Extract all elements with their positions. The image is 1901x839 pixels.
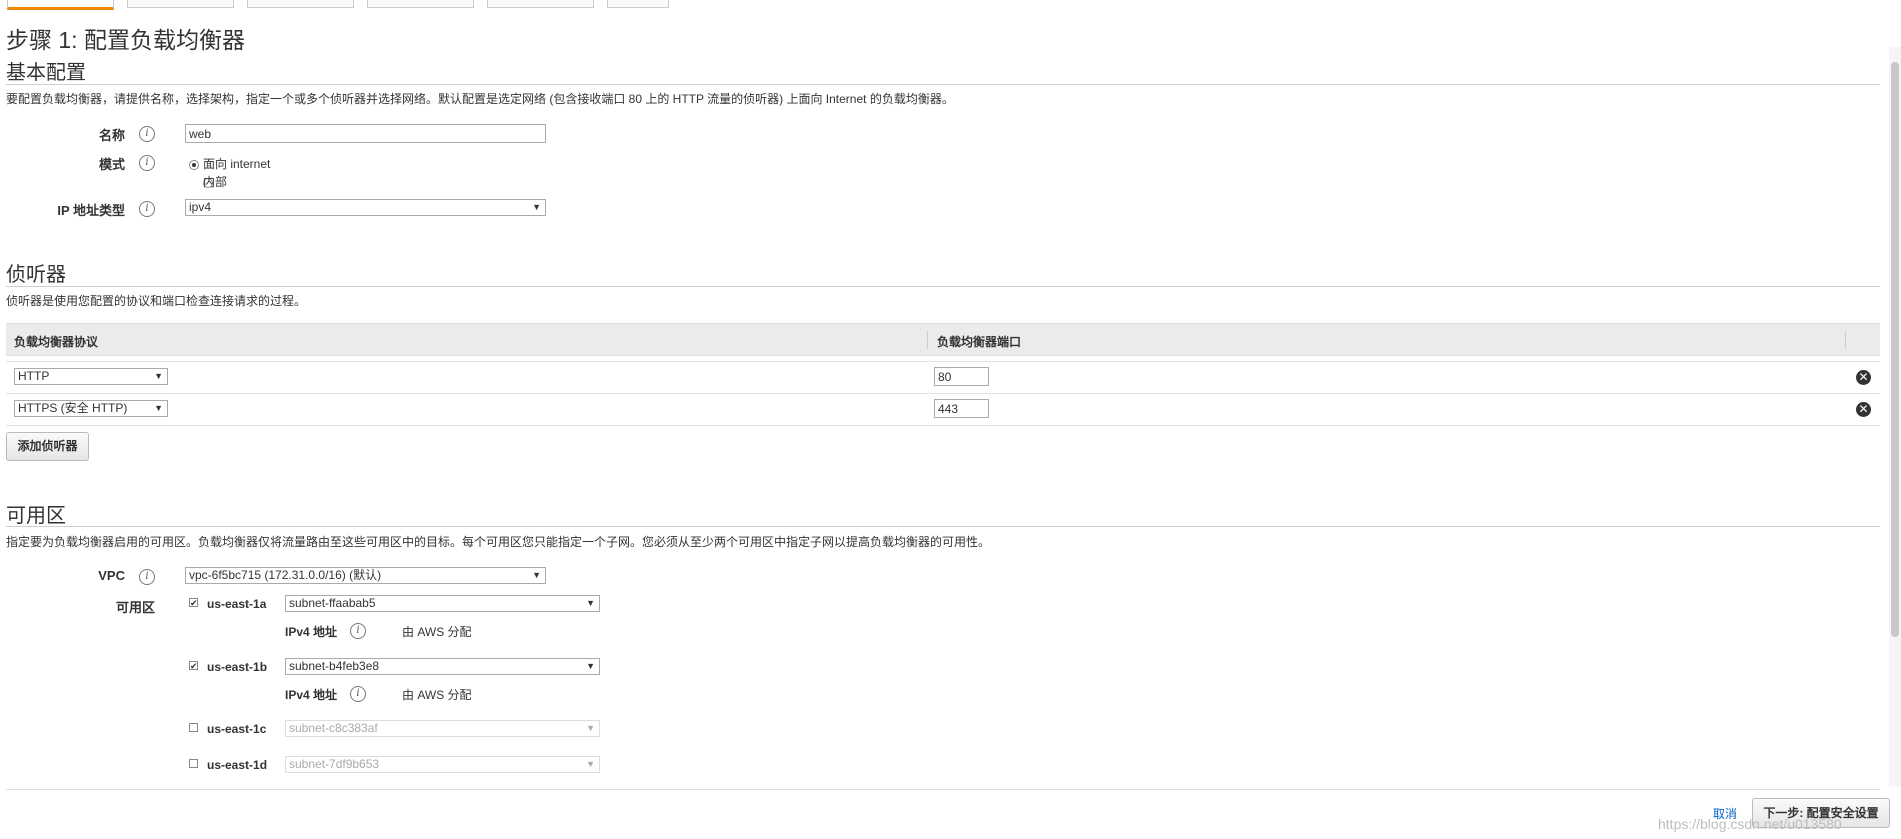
subnet-value: subnet-7df9b653 (289, 757, 380, 771)
mode-option-internal: 内部 (203, 175, 228, 189)
zone-checkbox[interactable]: ✔ (189, 661, 198, 671)
remove-icon[interactable]: ✕ (1856, 370, 1871, 385)
info-icon[interactable]: i (139, 201, 155, 217)
vpc-select[interactable]: vpc-6f5bc715 (172.31.0.0/16) (默认) ▼ (185, 567, 546, 584)
protocol-value: HTTPS (安全 HTTP) (18, 401, 128, 415)
ipv4-value: 由 AWS 分配 (402, 625, 472, 639)
subnet-value: subnet-ffaabab5 (289, 596, 376, 610)
info-icon[interactable]: i (139, 126, 155, 142)
subnet-select[interactable]: subnet-c8c383af ▼ (285, 720, 600, 737)
footer-divider (6, 789, 1880, 790)
chevron-down-icon: ▼ (154, 371, 163, 381)
name-label: 名称 (98, 128, 125, 143)
ip-type-select[interactable]: ipv4 ▼ (185, 199, 546, 216)
protocol-value: HTTP (18, 369, 50, 383)
zones-label: 可用区 (115, 600, 155, 615)
divider (6, 84, 1880, 85)
info-icon[interactable]: i (350, 623, 366, 639)
ip-type-value: ipv4 (189, 200, 212, 214)
port-input[interactable] (934, 367, 989, 386)
wizard-tab-step4[interactable] (367, 0, 474, 8)
scrollbar-thumb[interactable] (1891, 62, 1899, 637)
mode-option-internet: 面向 internet (203, 157, 271, 171)
listeners-description: 侦听器是使用您配置的协议和端口检查连接请求的过程。 (6, 294, 307, 308)
basic-config-description: 要配置负载均衡器，请提供名称，选择架构，指定一个或多个侦听器并选择网络。默认配置… (6, 92, 954, 106)
vpc-value: vpc-6f5bc715 (172.31.0.0/16) (默认) (189, 568, 382, 582)
ip-type-label: IP 地址类型 (57, 203, 125, 218)
column-divider (1845, 331, 1846, 349)
row-divider (6, 425, 1880, 426)
chevron-down-icon: ▼ (586, 759, 595, 769)
wizard-tabs (7, 0, 669, 10)
mode-label: 模式 (98, 157, 125, 172)
az-heading: 可用区 (6, 505, 66, 527)
subnet-select[interactable]: subnet-7df9b653 ▼ (285, 756, 600, 773)
wizard-tab-step1[interactable] (7, 0, 114, 10)
zone-checkbox[interactable]: ✔ (189, 598, 198, 608)
divider (6, 526, 1880, 527)
column-divider (927, 331, 928, 349)
remove-icon[interactable]: ✕ (1856, 402, 1871, 417)
chevron-down-icon: ▼ (586, 598, 595, 608)
zone-name: us-east-1c (207, 722, 267, 736)
info-icon[interactable]: i (139, 569, 155, 585)
page-title: 步骤 1: 配置负载均衡器 (6, 27, 245, 53)
protocol-select[interactable]: HTTP ▼ (14, 368, 168, 385)
wizard-tab-step6[interactable] (607, 0, 669, 8)
vpc-label: VPC (98, 568, 125, 583)
wizard-tab-step3[interactable] (247, 0, 354, 8)
zone-name: us-east-1b (207, 660, 268, 674)
divider (6, 286, 1880, 287)
subnet-select[interactable]: subnet-b4feb3e8 ▼ (285, 658, 600, 675)
subnet-select[interactable]: subnet-ffaabab5 ▼ (285, 595, 600, 612)
column-header-port: 负载均衡器端口 (937, 335, 1022, 349)
chevron-down-icon: ▼ (154, 403, 163, 413)
subnet-value: subnet-c8c383af (289, 721, 378, 735)
ipv4-label: IPv4 地址 (285, 625, 338, 639)
watermark: https://blog.csdn.net/u013580 (1658, 816, 1842, 832)
add-listener-button[interactable]: 添加侦听器 (6, 432, 89, 461)
wizard-tab-step2[interactable] (127, 0, 234, 8)
protocol-select[interactable]: HTTPS (安全 HTTP) ▼ (14, 400, 168, 417)
az-description: 指定要为负载均衡器启用的可用区。负载均衡器仅将流量路由至这些可用区中的目标。每个… (6, 535, 991, 549)
chevron-down-icon: ▼ (532, 202, 541, 212)
zone-checkbox[interactable] (189, 759, 198, 768)
basic-config-heading: 基本配置 (6, 62, 86, 84)
info-icon[interactable]: i (350, 686, 366, 702)
wizard-tab-step5[interactable] (487, 0, 594, 8)
zone-checkbox[interactable] (189, 723, 198, 732)
column-header-protocol: 负载均衡器协议 (14, 335, 99, 349)
ipv4-value: 由 AWS 分配 (402, 688, 472, 702)
subnet-value: subnet-b4feb3e8 (289, 659, 380, 673)
row-divider (6, 361, 1880, 362)
listeners-heading: 侦听器 (6, 264, 66, 286)
zone-name: us-east-1d (207, 758, 268, 772)
row-divider (6, 393, 1880, 394)
name-input[interactable] (185, 124, 546, 143)
info-icon[interactable]: i (139, 155, 155, 171)
ipv4-label: IPv4 地址 (285, 688, 338, 702)
chevron-down-icon: ▼ (586, 723, 595, 733)
mode-radio-internet[interactable] (189, 160, 199, 170)
zone-name: us-east-1a (207, 597, 267, 611)
port-input[interactable] (934, 399, 989, 418)
chevron-down-icon: ▼ (532, 570, 541, 580)
chevron-down-icon: ▼ (586, 661, 595, 671)
